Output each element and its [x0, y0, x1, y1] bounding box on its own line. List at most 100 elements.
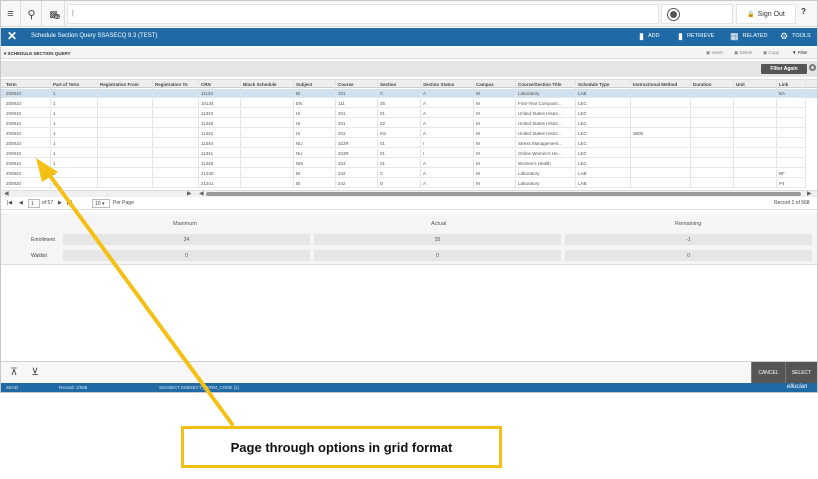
- table-cell[interactable]: [777, 139, 806, 148]
- table-cell[interactable]: [241, 129, 294, 138]
- table-cell[interactable]: 200910: [4, 119, 51, 128]
- table-cell[interactable]: United States Histor...: [516, 119, 576, 128]
- table-row[interactable]: 200910 1 11348 WS 323 01 A M Women's Health LEC: [1, 159, 817, 168]
- table-cell[interactable]: [153, 139, 199, 148]
- column-header[interactable]: Section Status: [421, 80, 474, 89]
- table-cell[interactable]: [777, 149, 806, 158]
- filter-again-button[interactable]: Filter Again: [761, 64, 807, 74]
- table-row[interactable]: 200910 1 10134 EN 111 25 A M First-Year Composit…: [1, 99, 817, 108]
- table-cell[interactable]: [777, 119, 806, 128]
- delete-button[interactable]: ▣ Delete: [734, 50, 753, 56]
- table-cell[interactable]: [98, 89, 153, 98]
- table-cell[interactable]: 200910: [4, 149, 51, 158]
- table-cell[interactable]: I: [421, 139, 474, 148]
- table-cell[interactable]: [631, 89, 691, 98]
- menu-icon[interactable]: ≡: [1, 1, 21, 27]
- table-cell[interactable]: [153, 149, 199, 158]
- table-cell[interactable]: 02: [378, 119, 421, 128]
- table-cell[interactable]: BI: [294, 89, 336, 98]
- table-cell[interactable]: [241, 139, 294, 148]
- table-cell[interactable]: 01: [378, 139, 421, 148]
- table-cell[interactable]: [153, 109, 199, 118]
- table-row[interactable]: 200910 1 11340 NU 322R 01 I M Stress Management.…: [1, 139, 817, 148]
- table-cell[interactable]: I01: [378, 129, 421, 138]
- table-cell[interactable]: 201: [336, 109, 378, 118]
- add-button[interactable]: ▮ ADD: [639, 32, 660, 41]
- table-cell[interactable]: M: [474, 179, 516, 188]
- table-cell[interactable]: [734, 119, 777, 128]
- table-cell[interactable]: A: [421, 109, 474, 118]
- table-cell[interactable]: [241, 109, 294, 118]
- column-header[interactable]: CRN: [199, 80, 241, 89]
- table-cell[interactable]: 11348: [199, 159, 241, 168]
- column-header[interactable]: Link: [777, 80, 806, 89]
- table-cell[interactable]: [241, 149, 294, 158]
- filter-button[interactable]: ▼ Filter: [792, 50, 808, 55]
- table-cell[interactable]: [98, 139, 153, 148]
- table-cell[interactable]: [691, 169, 734, 178]
- table-cell[interactable]: [153, 119, 199, 128]
- retrieve-button[interactable]: ▮ RETRIEVE: [678, 32, 714, 41]
- section-title[interactable]: ▾ SCHEDULE SECTION QUERY: [4, 51, 71, 57]
- table-cell[interactable]: BA: [777, 89, 806, 98]
- table-cell[interactable]: United States Histor...: [516, 109, 576, 118]
- table-cell[interactable]: 200910: [4, 99, 51, 108]
- scroll-right-icon[interactable]: ▶: [187, 190, 192, 197]
- table-cell[interactable]: [631, 99, 691, 108]
- table-cell[interactable]: 11343: [199, 109, 241, 118]
- table-cell[interactable]: [734, 89, 777, 98]
- table-cell[interactable]: [153, 169, 199, 178]
- table-cell[interactable]: [241, 119, 294, 128]
- table-cell[interactable]: [734, 109, 777, 118]
- table-cell[interactable]: [631, 149, 691, 158]
- scrollbar-thumb[interactable]: [206, 192, 801, 196]
- table-cell[interactable]: [691, 109, 734, 118]
- column-header[interactable]: Unit: [734, 80, 777, 89]
- table-cell[interactable]: [98, 109, 153, 118]
- table-cell[interactable]: M: [474, 89, 516, 98]
- table-cell[interactable]: A: [421, 129, 474, 138]
- table-cell[interactable]: [777, 99, 806, 108]
- move-down-icon[interactable]: ⊻: [27, 364, 43, 380]
- table-cell[interactable]: [631, 119, 691, 128]
- table-cell[interactable]: 101: [336, 89, 378, 98]
- table-cell[interactable]: [98, 159, 153, 168]
- copy-button[interactable]: ▣ Copy: [763, 50, 779, 56]
- table-cell[interactable]: [777, 109, 806, 118]
- table-cell[interactable]: [691, 129, 734, 138]
- horizontal-scrollbar[interactable]: ◀ ▶ ◀ ▶: [1, 190, 817, 197]
- table-cell[interactable]: 11134: [199, 89, 241, 98]
- table-row[interactable]: 200910 1 11345 HI 201 02 A M United States Histo…: [1, 119, 817, 128]
- move-up-icon[interactable]: ⊼: [6, 364, 22, 380]
- table-cell[interactable]: 200910: [4, 109, 51, 118]
- table-cell[interactable]: LEC: [576, 109, 631, 118]
- column-header[interactable]: Course: [336, 80, 378, 89]
- per-page-select[interactable]: 10 ▾: [92, 199, 110, 208]
- table-cell[interactable]: [734, 179, 777, 188]
- column-header[interactable]: Registration From: [98, 80, 153, 89]
- column-header[interactable]: Section: [378, 80, 421, 89]
- table-cell[interactable]: [153, 159, 199, 168]
- global-search-input[interactable]: |: [67, 4, 659, 24]
- table-cell[interactable]: [98, 99, 153, 108]
- related-button[interactable]: ▦ RELATED: [730, 32, 767, 41]
- table-cell[interactable]: A: [421, 169, 474, 178]
- insert-button[interactable]: ▣ Insert: [706, 50, 723, 56]
- table-cell[interactable]: HI: [294, 129, 336, 138]
- table-cell[interactable]: 323R: [336, 149, 378, 158]
- table-cell[interactable]: Laboratory: [516, 89, 576, 98]
- table-cell[interactable]: 1: [51, 109, 98, 118]
- table-cell[interactable]: A: [421, 119, 474, 128]
- page-number-input[interactable]: 1: [28, 199, 40, 208]
- table-cell[interactable]: [777, 159, 806, 168]
- column-header[interactable]: Schedule Type: [576, 80, 631, 89]
- table-cell[interactable]: [98, 179, 153, 188]
- table-cell[interactable]: Women's Health: [516, 159, 576, 168]
- table-cell[interactable]: A: [421, 179, 474, 188]
- column-header[interactable]: Part of Term: [51, 80, 98, 89]
- table-cell[interactable]: [691, 149, 734, 158]
- table-cell[interactable]: 1: [51, 89, 98, 98]
- tools-button[interactable]: ⚙ TOOLS: [780, 32, 811, 41]
- table-cell[interactable]: Stress Management...: [516, 139, 576, 148]
- table-row[interactable]: 200910 1 11341 NU 323R 01 I M Online Women's He.…: [1, 149, 817, 158]
